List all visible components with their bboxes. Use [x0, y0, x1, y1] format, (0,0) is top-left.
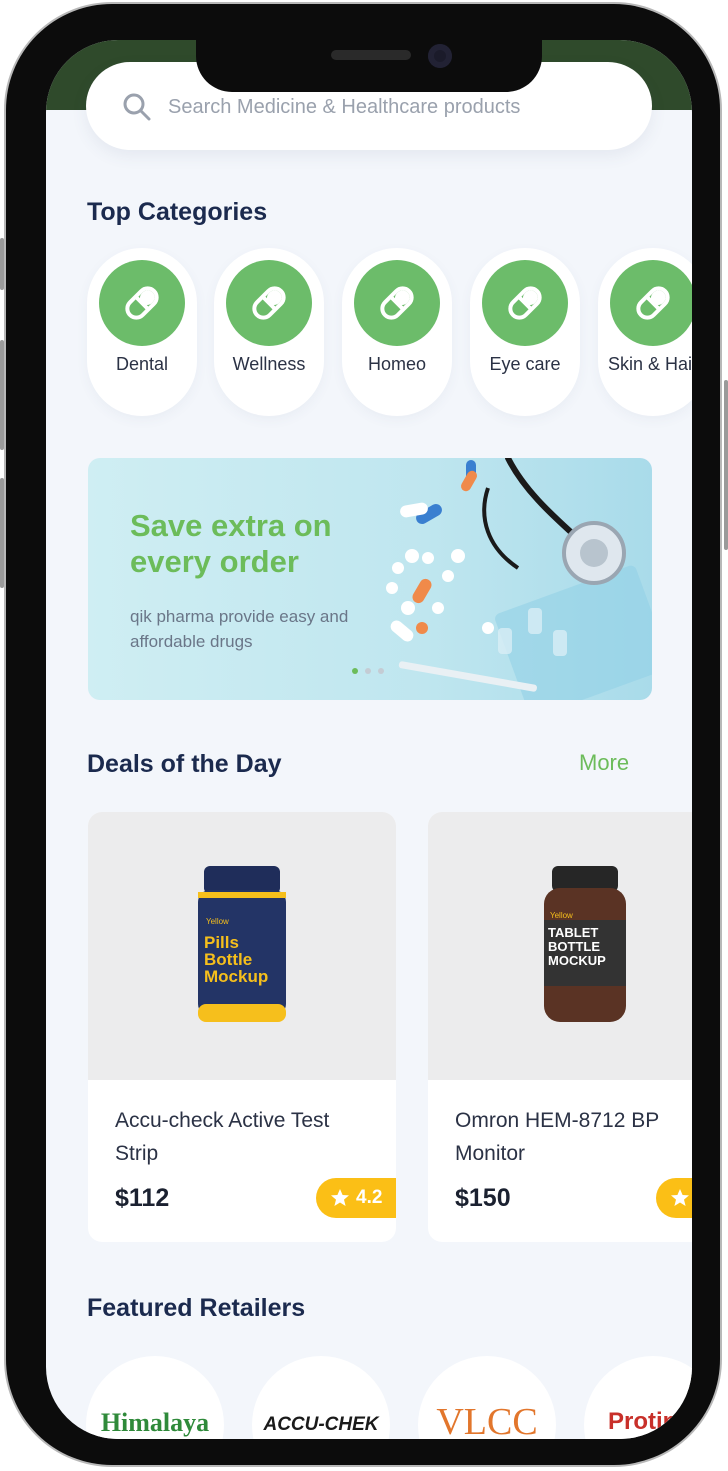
bottle-label-text: Pills Bottle Mockup — [204, 934, 269, 986]
retailer-himalaya[interactable]: Himalaya — [86, 1356, 224, 1439]
search-icon — [123, 93, 151, 121]
tablet-bottle-image: Yellow TABLET BOTTLE MOCKUP — [544, 866, 626, 1022]
category-label: Eye care — [489, 354, 561, 374]
deal-card[interactable]: Yellow Pills Bottle Mockup Accu-check Ac… — [88, 812, 396, 1242]
volume-down-button — [0, 478, 4, 588]
bottle-brand-text: Yellow — [550, 911, 573, 920]
pill-icon — [636, 286, 670, 320]
rating-value: 4.2 — [356, 1187, 383, 1208]
category-dental[interactable]: Dental — [87, 248, 197, 416]
category-icon-circle — [610, 260, 692, 346]
section-title-top-categories: Top Categories — [87, 198, 268, 226]
phone-frame: Top Categories Dental Wellness Homeo Eye… — [4, 2, 722, 1467]
retailer-vlcc[interactable]: VLCC — [418, 1356, 556, 1439]
deal-card[interactable]: Yellow TABLET BOTTLE MOCKUP Omron HEM-87… — [428, 812, 692, 1242]
product-image: Yellow TABLET BOTTLE MOCKUP — [428, 812, 692, 1080]
stethoscope-pills-illustration — [386, 458, 652, 700]
app-screen: Top Categories Dental Wellness Homeo Eye… — [46, 40, 692, 1439]
retailer-logo-text: Himalaya — [100, 1408, 210, 1437]
phone-notch — [196, 40, 542, 92]
category-icon-circle — [226, 260, 312, 346]
section-title-featured-retailers: Featured Retailers — [87, 1294, 306, 1322]
star-icon — [331, 1189, 349, 1206]
category-label: Dental — [115, 354, 169, 374]
product-name: Accu-check Active Test Strip — [115, 1109, 330, 1165]
category-label: Homeo — [367, 354, 427, 374]
retailer-accu-chek[interactable]: ACCU-CHEK — [252, 1356, 390, 1439]
product-price: $112 — [115, 1184, 170, 1212]
pills-bottle-image: Yellow Pills Bottle Mockup — [198, 866, 286, 1022]
star-icon — [671, 1189, 689, 1206]
retailer-logo-text: ACCU-CHEK — [263, 1414, 379, 1435]
carousel-dot[interactable] — [378, 668, 384, 674]
category-label: Skin & Hair — [607, 354, 692, 374]
pill-icon — [508, 286, 542, 320]
volume-up-button — [0, 340, 4, 450]
mute-switch — [0, 238, 4, 290]
search-input[interactable] — [166, 86, 630, 128]
product-image: Yellow Pills Bottle Mockup — [88, 812, 396, 1080]
speaker-grille — [331, 50, 411, 60]
retailer-protinex[interactable]: Protinex — [584, 1356, 692, 1439]
category-eye-care[interactable]: Eye care — [470, 248, 580, 416]
category-icon-circle — [354, 260, 440, 346]
banner-subtitle: qik pharma provide easy and affordable d… — [130, 607, 349, 651]
power-button — [724, 380, 728, 550]
promo-banner[interactable]: Save extra on every order qik pharma pro… — [88, 458, 652, 700]
banner-title: Save extra on every order — [130, 508, 332, 579]
front-camera — [428, 44, 452, 68]
retailer-logo-text: VLCC — [436, 1401, 538, 1439]
product-price: $150 — [455, 1184, 511, 1212]
rating-badge: 4.2 — [316, 1178, 396, 1218]
category-skin-hair[interactable]: Skin & Hair — [598, 248, 692, 416]
carousel-dot-active[interactable] — [352, 668, 358, 674]
pill-icon — [125, 286, 159, 320]
category-label: Wellness — [232, 354, 306, 374]
bottle-label-text: TABLET BOTTLE MOCKUP — [548, 926, 606, 968]
deals-more-link[interactable]: More — [579, 750, 629, 776]
category-wellness[interactable]: Wellness — [214, 248, 324, 416]
bottle-brand-text: Yellow — [206, 917, 229, 926]
retailer-logo-text: Protinex — [608, 1408, 692, 1435]
rating-badge — [656, 1178, 692, 1218]
product-name: Omron HEM-8712 BP Monitor — [455, 1109, 659, 1165]
pill-icon — [380, 286, 414, 320]
section-title-deals: Deals of the Day — [87, 750, 282, 778]
category-icon-circle — [482, 260, 568, 346]
pill-icon — [252, 286, 286, 320]
category-icon-circle — [99, 260, 185, 346]
category-homeo[interactable]: Homeo — [342, 248, 452, 416]
carousel-dot[interactable] — [365, 668, 371, 674]
